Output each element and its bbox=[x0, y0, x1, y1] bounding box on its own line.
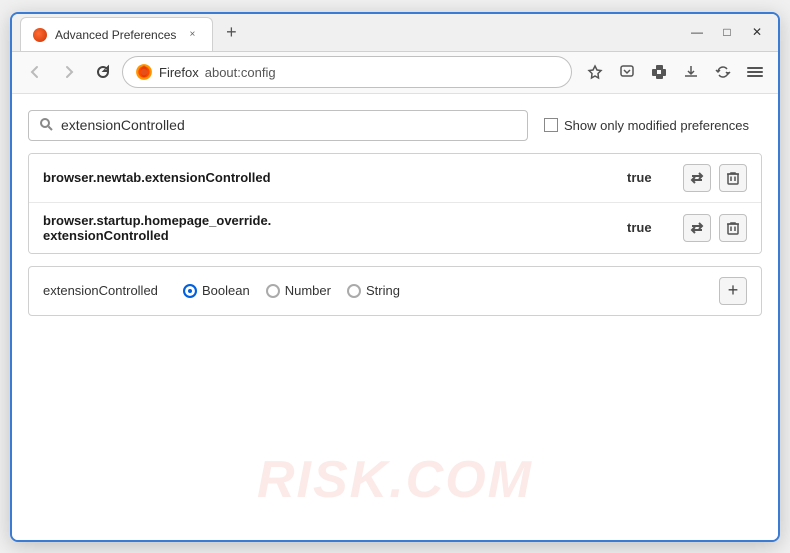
title-bar: Advanced Preferences × + — □ ✕ bbox=[12, 14, 778, 52]
browser-tab[interactable]: Advanced Preferences × bbox=[20, 17, 213, 51]
add-preference-row: extensionControlled Boolean Number Strin… bbox=[28, 266, 762, 316]
table-row: browser.newtab.extensionControlled true bbox=[29, 154, 761, 203]
tab-favicon bbox=[33, 28, 47, 42]
arrows-swap-icon bbox=[690, 171, 704, 185]
reload-button[interactable] bbox=[88, 57, 118, 87]
search-input[interactable] bbox=[61, 117, 517, 133]
pref-value-1: true bbox=[627, 170, 667, 185]
menu-button[interactable] bbox=[740, 57, 770, 87]
results-table: browser.newtab.extensionControlled true … bbox=[28, 153, 762, 254]
download-button[interactable] bbox=[676, 57, 706, 87]
reload-icon bbox=[95, 64, 111, 80]
search-container: Show only modified preferences bbox=[28, 110, 762, 141]
radio-string-label: String bbox=[366, 283, 400, 298]
add-preference-button[interactable]: + bbox=[719, 277, 747, 305]
new-pref-name: extensionControlled bbox=[43, 283, 163, 298]
tab-area: Advanced Preferences × + bbox=[20, 15, 676, 49]
pref-name-1: browser.newtab.extensionControlled bbox=[43, 170, 627, 185]
browser-window: Advanced Preferences × + — □ ✕ bbox=[10, 12, 780, 542]
watermark: RISK.COM bbox=[257, 450, 533, 510]
sync-button[interactable] bbox=[708, 57, 738, 87]
trash-icon bbox=[727, 221, 739, 235]
radio-boolean-label: Boolean bbox=[202, 283, 250, 298]
forward-button[interactable] bbox=[54, 57, 84, 87]
back-icon bbox=[27, 64, 43, 80]
type-radio-group: Boolean Number String bbox=[183, 283, 400, 298]
maximize-button[interactable]: □ bbox=[714, 22, 740, 42]
forward-icon bbox=[61, 64, 77, 80]
extension-icon bbox=[651, 64, 667, 80]
firefox-logo-icon bbox=[135, 63, 153, 81]
hamburger-icon bbox=[747, 64, 763, 80]
search-box bbox=[28, 110, 528, 141]
search-icon bbox=[39, 117, 53, 134]
show-modified-checkbox[interactable] bbox=[544, 118, 558, 132]
tab-title: Advanced Preferences bbox=[55, 28, 176, 42]
nav-bar: Firefox about:config bbox=[12, 52, 778, 94]
radio-string[interactable]: String bbox=[347, 283, 400, 298]
radio-number[interactable]: Number bbox=[266, 283, 331, 298]
radio-string-circle bbox=[347, 284, 361, 298]
radio-number-circle bbox=[266, 284, 280, 298]
content-area: RISK.COM Show only modified preferences … bbox=[12, 94, 778, 540]
show-modified-text: Show only modified preferences bbox=[564, 118, 749, 133]
show-modified-label[interactable]: Show only modified preferences bbox=[544, 118, 749, 133]
sync-icon bbox=[715, 64, 731, 80]
pref-name-2: browser.startup.homepage_override. exten… bbox=[43, 213, 627, 243]
radio-number-label: Number bbox=[285, 283, 331, 298]
bookmark-button[interactable] bbox=[580, 57, 610, 87]
radio-boolean[interactable]: Boolean bbox=[183, 283, 250, 298]
window-controls: — □ ✕ bbox=[684, 22, 770, 42]
url-display: about:config bbox=[205, 65, 276, 80]
address-bar[interactable]: Firefox about:config bbox=[122, 56, 572, 88]
row-actions-1 bbox=[683, 164, 747, 192]
table-row: browser.startup.homepage_override. exten… bbox=[29, 203, 761, 253]
browser-name-label: Firefox bbox=[159, 65, 199, 80]
pocket-icon bbox=[619, 64, 635, 80]
back-button[interactable] bbox=[20, 57, 50, 87]
nav-icons bbox=[580, 57, 770, 87]
delete-button-2[interactable] bbox=[719, 214, 747, 242]
pocket-button[interactable] bbox=[612, 57, 642, 87]
toggle-button-2[interactable] bbox=[683, 214, 711, 242]
new-tab-button[interactable]: + bbox=[217, 18, 245, 46]
radio-boolean-circle bbox=[183, 284, 197, 298]
delete-button-1[interactable] bbox=[719, 164, 747, 192]
trash-icon bbox=[727, 171, 739, 185]
tab-close-button[interactable]: × bbox=[184, 27, 200, 43]
arrows-swap-icon bbox=[690, 221, 704, 235]
bookmark-icon bbox=[587, 64, 603, 80]
pref-value-2: true bbox=[627, 220, 667, 235]
row-actions-2 bbox=[683, 214, 747, 242]
download-icon bbox=[683, 64, 699, 80]
minimize-button[interactable]: — bbox=[684, 22, 710, 42]
toggle-button-1[interactable] bbox=[683, 164, 711, 192]
extension-button[interactable] bbox=[644, 57, 674, 87]
close-button[interactable]: ✕ bbox=[744, 22, 770, 42]
